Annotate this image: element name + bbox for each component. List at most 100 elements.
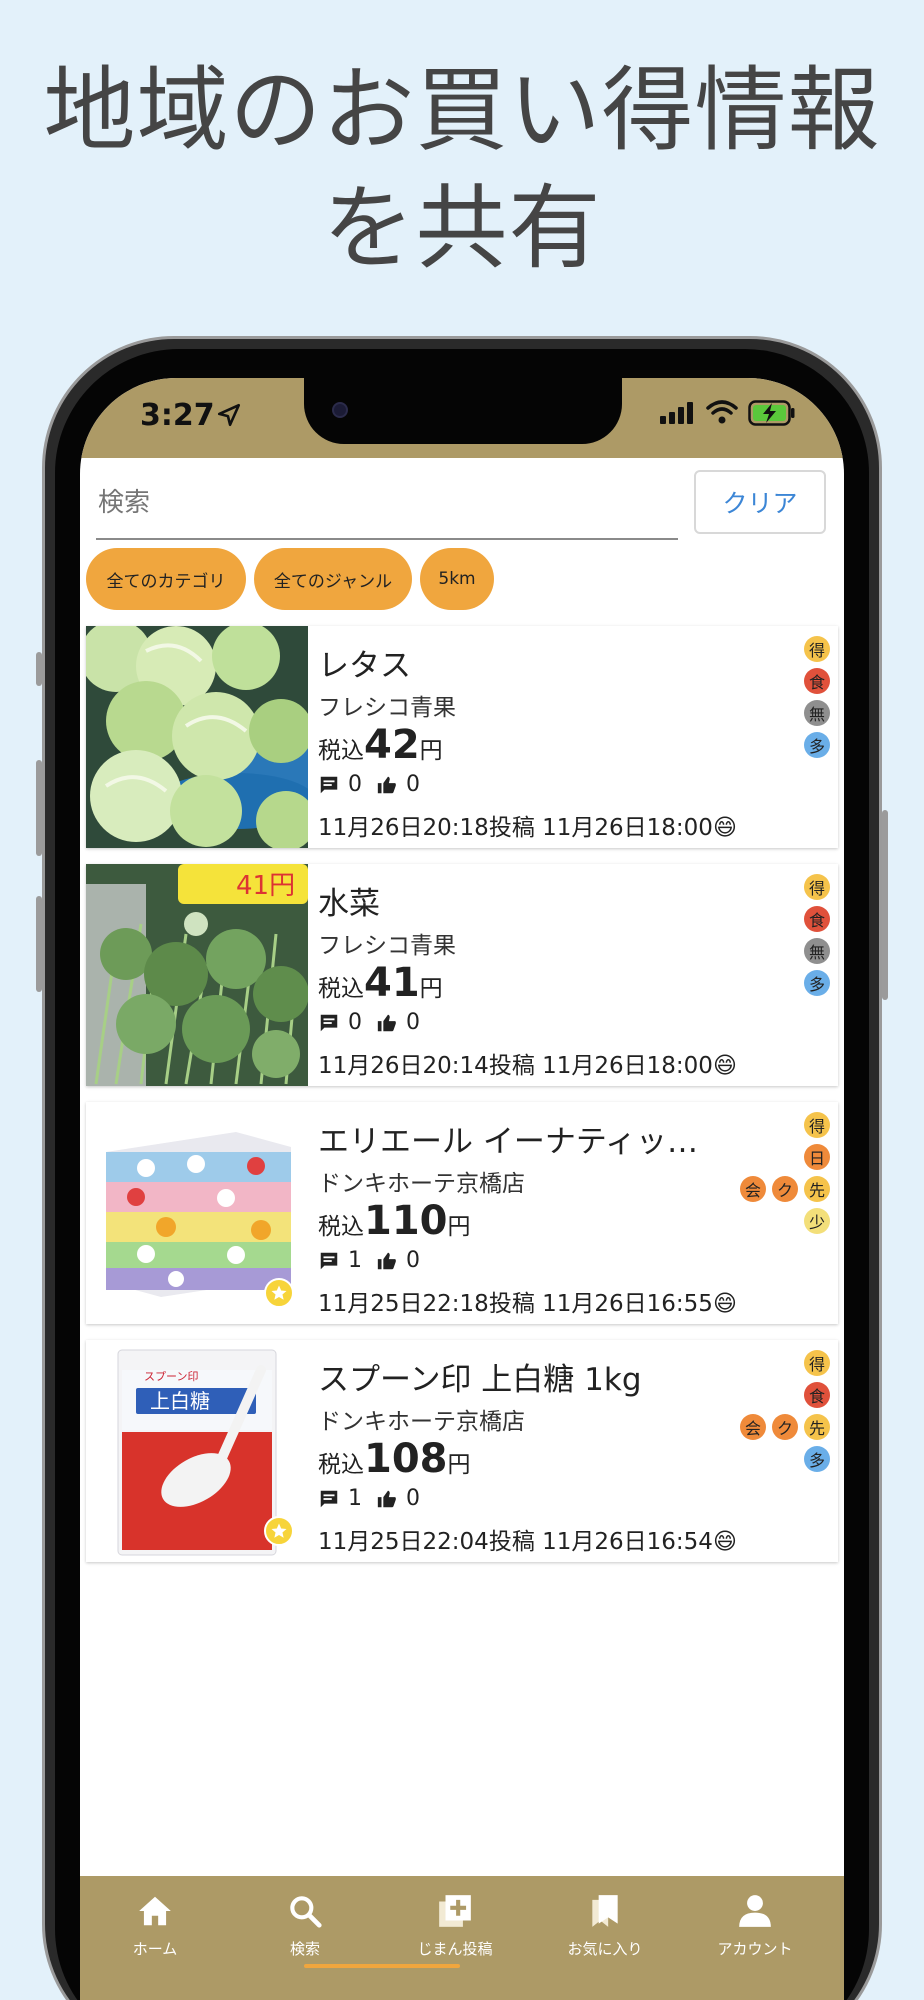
account-icon <box>739 1895 771 1927</box>
tab-label: ホーム <box>132 1940 178 1958</box>
tab-home[interactable]: ホーム <box>80 1892 230 1982</box>
item-price: 税込 41 円 <box>318 960 443 1006</box>
comment-icon <box>320 1490 338 1507</box>
power-button <box>882 810 888 1000</box>
yen-label: 円 <box>447 1452 471 1478</box>
badge-saki: 先 <box>804 1414 830 1440</box>
badge-mu: 無 <box>804 700 830 726</box>
thumbs-up-icon <box>377 1014 396 1031</box>
sugar-bag-photo: 上白糖 スプーン印 <box>86 1340 308 1562</box>
home-icon <box>139 1896 171 1926</box>
item-store: ドンキホーテ京橋店 <box>318 1171 525 1197</box>
tab-label: 検索 <box>289 1940 320 1958</box>
item-title: レタス <box>318 648 411 684</box>
bottom-tab-bar: ホーム 検索 じまん投稿 お気に入り アカウント <box>80 1876 844 2000</box>
item-stats: 1 0 <box>318 1248 434 1273</box>
tab-account[interactable]: アカウント <box>680 1892 830 1982</box>
volume-up-button <box>36 760 42 856</box>
tax-label: 税込 <box>318 1452 364 1478</box>
badge-shoku: 食 <box>804 1382 830 1408</box>
item-title: スプーン印 上白糖 1kg <box>318 1362 642 1398</box>
comment-icon <box>320 1014 338 1031</box>
like-count: 0 <box>406 1248 420 1273</box>
yen-label: 円 <box>447 1214 471 1240</box>
thumbs-up-icon <box>377 776 396 793</box>
item-price: 税込 42 円 <box>318 722 443 768</box>
deal-card[interactable]: 上白糖 スプーン印 スプーン印 上白糖 1kg ドンキホーテ京橋店 税込 108… <box>86 1340 838 1562</box>
volume-down-button <box>36 896 42 992</box>
comment-count: 1 <box>348 1486 362 1511</box>
status-time: 3:27 <box>140 398 215 433</box>
lettuce-photo <box>86 626 308 848</box>
item-dates: 11月26日20:18投稿 11月26日18:00😄 <box>318 815 737 841</box>
wifi-icon <box>706 400 738 424</box>
svg-text:スプーン印: スプーン印 <box>144 1370 198 1383</box>
distance-filter-chip[interactable]: 5km <box>420 548 494 610</box>
item-title: エリエール イーナティッ… <box>318 1124 698 1160</box>
badge-kai: 会 <box>740 1176 766 1202</box>
tag-badges: 得 食 会 ク 先 多 <box>720 1350 830 1480</box>
item-stats: 0 0 <box>318 772 434 797</box>
bookmark-icon <box>592 1895 618 1927</box>
search-input[interactable] <box>96 468 678 540</box>
item-stats: 0 0 <box>318 1010 434 1035</box>
badge-toku: 得 <box>804 874 830 900</box>
tax-label: 税込 <box>318 976 364 1002</box>
item-price: 税込 108 円 <box>318 1436 471 1482</box>
tag-badges: 得 日 会 ク 先 少 <box>720 1112 830 1242</box>
mute-switch <box>36 652 42 686</box>
like-count: 0 <box>406 772 420 797</box>
comment-icon <box>320 1252 338 1269</box>
price-value: 42 <box>364 722 420 768</box>
genre-filter-chip[interactable]: 全てのジャンル <box>254 548 412 610</box>
like-count: 0 <box>406 1486 420 1511</box>
comment-count: 1 <box>348 1248 362 1273</box>
location-arrow-icon <box>217 403 241 427</box>
thumbs-up-icon <box>377 1490 396 1507</box>
svg-text:41円: 41円 <box>236 871 295 901</box>
add-post-icon <box>439 1895 471 1927</box>
mizuna-photo: 41円 <box>86 864 308 1086</box>
tab-post[interactable]: じまん投稿 <box>380 1892 530 1982</box>
app-screen: 3:27 クリア 全てのカテゴリ 全てのジャンル 5km <box>80 378 844 2000</box>
deal-card[interactable]: エリエール イーナティッ… ドンキホーテ京橋店 税込 110 円 1 0 11月… <box>86 1102 838 1324</box>
item-dates: 11月25日22:18投稿 11月26日16:55😄 <box>318 1291 737 1317</box>
badge-ku: ク <box>772 1414 798 1440</box>
badge-nichi: 日 <box>804 1144 830 1170</box>
item-dates: 11月26日20:14投稿 11月26日18:00😄 <box>318 1053 737 1079</box>
cellular-signal-icon <box>660 402 693 424</box>
tab-label: お気に入り <box>567 1940 643 1958</box>
badge-ta: 多 <box>804 1446 830 1472</box>
clear-button[interactable]: クリア <box>694 470 826 534</box>
badge-shoku: 食 <box>804 668 830 694</box>
tab-search[interactable]: 検索 <box>230 1892 380 1982</box>
yen-label: 円 <box>419 976 443 1002</box>
headline-line-2: を共有 <box>322 175 602 282</box>
badge-ku: ク <box>772 1176 798 1202</box>
badge-shoku: 食 <box>804 906 830 932</box>
deal-card[interactable]: 41円 水菜 フレシコ青果 税込 41 円 0 0 11月26日20:14投稿 … <box>86 864 838 1086</box>
item-store: ドンキホーテ京橋店 <box>318 1409 525 1435</box>
headline-line-1: 地域のお買い得情報 <box>43 57 881 164</box>
tab-label: アカウント <box>717 1940 793 1958</box>
tissue-box-photo <box>86 1102 308 1324</box>
tax-label: 税込 <box>318 1214 364 1240</box>
deal-card[interactable]: レタス フレシコ青果 税込 42 円 0 0 11月26日20:18投稿 11月… <box>86 626 838 848</box>
badge-sho: 少 <box>804 1208 830 1234</box>
svg-text:上白糖: 上白糖 <box>150 1389 210 1413</box>
active-tab-indicator <box>304 1964 460 1968</box>
badge-toku: 得 <box>804 1350 830 1376</box>
battery-charging-icon <box>748 400 795 426</box>
featured-star-icon <box>264 1516 294 1546</box>
search-icon <box>290 1896 322 1928</box>
like-count: 0 <box>406 1010 420 1035</box>
status-bar: 3:27 <box>80 378 844 458</box>
headline: 地域のお買い得情報 を共有 <box>0 52 924 288</box>
tab-favorites[interactable]: お気に入り <box>530 1892 680 1982</box>
category-filter-chip[interactable]: 全てのカテゴリ <box>86 548 246 610</box>
item-dates: 11月25日22:04投稿 11月26日16:54😄 <box>318 1529 737 1555</box>
notch <box>304 378 622 444</box>
price-value: 108 <box>364 1436 448 1482</box>
price-value: 41 <box>364 960 420 1006</box>
badge-saki: 先 <box>804 1176 830 1202</box>
